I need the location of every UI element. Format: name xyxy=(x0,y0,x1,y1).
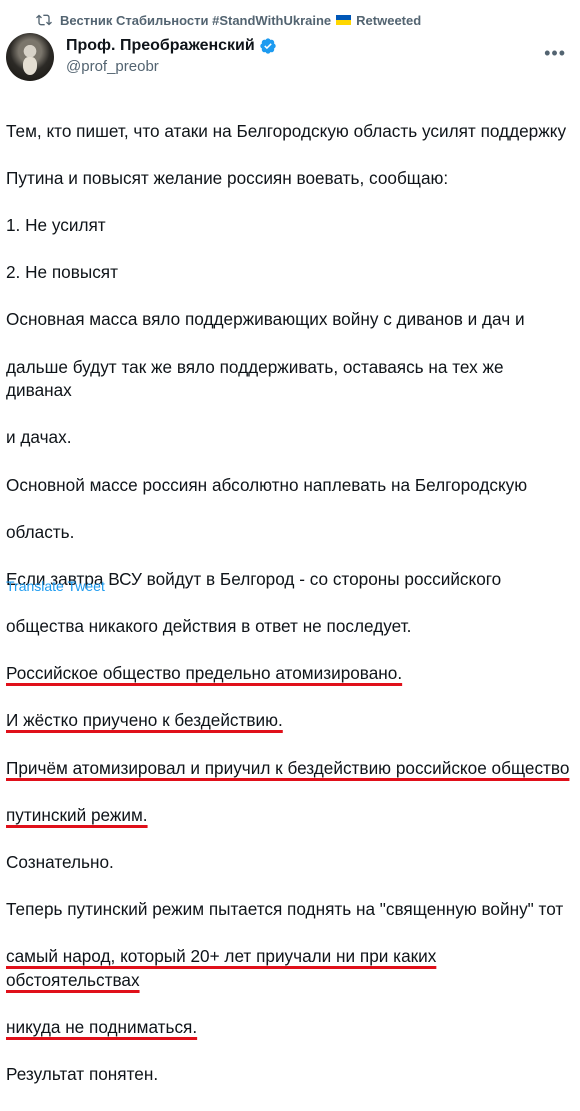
tweet-line: 2. Не повысят xyxy=(6,262,118,283)
display-name[interactable]: Проф. Преображенский xyxy=(66,37,255,55)
avatar[interactable] xyxy=(6,33,54,81)
tweet-line: Сознательно. xyxy=(6,852,114,872)
tweet-line: Результат понятен. xyxy=(6,1064,159,1085)
tweet-line: дальше будут так же вяло поддерживать, о… xyxy=(6,356,504,401)
translate-tweet-link[interactable]: Translate Tweet xyxy=(6,578,105,594)
tweet-line-underlined: никуда не подниматься. xyxy=(6,1017,198,1038)
tweet-line-underlined: Российское общество предельно атомизиров… xyxy=(6,663,403,684)
retweeter-name[interactable]: Вестник Стабильности #StandWithUkraine xyxy=(60,13,331,28)
tweet-line: область. xyxy=(6,521,75,542)
tweet-line: Путина и повысят желание россиян воевать… xyxy=(6,167,449,188)
tweet-line-underlined: путинский режим. xyxy=(6,804,148,825)
tweet-line: Основная масса вяло поддерживающих войну… xyxy=(6,309,525,330)
tweet-line-underlined: Причём атомизировал и приучил к бездейст… xyxy=(6,757,570,778)
tweet-line: Тем, кто пишет, что атаки на Белгородску… xyxy=(6,120,567,141)
more-options-icon[interactable]: ••• xyxy=(544,44,566,62)
tweet-line: и дачах. xyxy=(6,427,72,448)
retweeted-label: Retweeted xyxy=(356,12,422,28)
retweet-indicator[interactable]: Вестник Стабильности #StandWithUkraine R… xyxy=(36,9,421,31)
verified-badge-icon xyxy=(260,38,276,54)
ukraine-flag-icon xyxy=(336,15,352,25)
tweet-line-underlined: И жёстко приучено к бездействию. xyxy=(6,710,283,731)
retweet-icon xyxy=(36,14,52,26)
tweet-line: Теперь путинский режим пытается поднять … xyxy=(6,899,564,920)
tweet-author: Проф. Преображенский @prof_preobr xyxy=(66,36,277,75)
tweet-line-underlined: самый народ, который 20+ лет приучали ни… xyxy=(6,946,437,990)
tweet-line: 1. Не усилят xyxy=(6,214,106,235)
tweet-text: Тем, кто пишет, что атаки на Белгородску… xyxy=(6,96,572,1111)
tweet-line: общества никакого действия в ответ не по… xyxy=(6,616,412,637)
tweet-line: Основной массе россиян абсолютно наплева… xyxy=(6,474,528,495)
handle[interactable]: @prof_preobr xyxy=(66,58,277,75)
